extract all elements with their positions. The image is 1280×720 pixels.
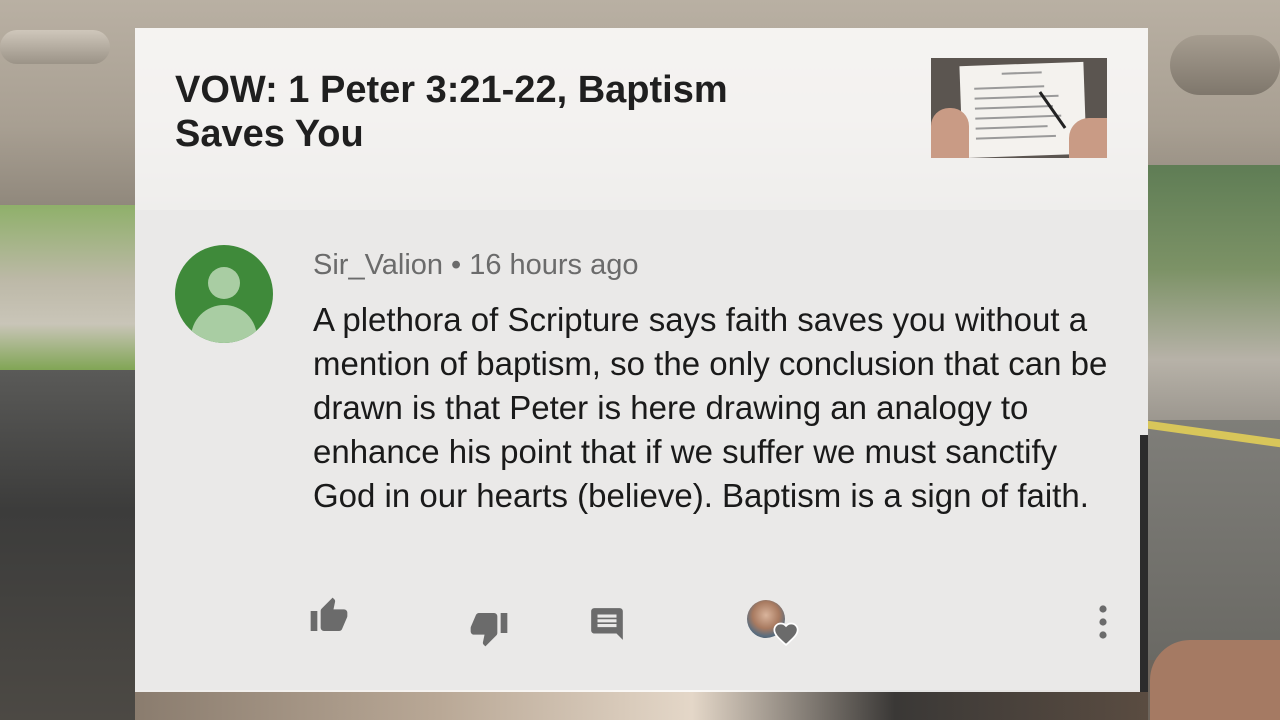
comment-text: A plethora of Scripture says faith saves… [313, 301, 1108, 514]
like-button[interactable] [307, 594, 351, 638]
reply-button[interactable] [585, 602, 629, 646]
thumbnail-hand-left [931, 108, 969, 158]
grab-handle-right [1170, 35, 1280, 95]
more-vertical-icon [1099, 605, 1107, 639]
dislike-button[interactable] [467, 606, 511, 650]
car-door-left [0, 370, 135, 720]
video-title: VOW: 1 Peter 3:21-22, Baptism Saves You [175, 69, 728, 155]
hand-bottom-right [1150, 640, 1280, 720]
person-lower-frame [135, 690, 1148, 720]
creator-heart-icon [773, 622, 799, 647]
avatar[interactable] [175, 245, 273, 343]
comment-author[interactable]: Sir_Valion [313, 249, 443, 281]
scroll-indicator [1140, 435, 1148, 692]
thumbnail-paper [959, 61, 1087, 158]
avatar-body [191, 305, 257, 343]
comment-card: VOW: 1 Peter 3:21-22, Baptism Saves You … [135, 28, 1148, 692]
comment-timestamp[interactable]: 16 hours ago [469, 249, 638, 281]
road-view [1148, 420, 1280, 660]
meta-separator: • [451, 249, 462, 281]
grab-handle-left [0, 30, 110, 64]
creator-heart[interactable] [747, 600, 801, 648]
thumbs-down-icon [470, 613, 508, 647]
car-window-left [0, 205, 135, 375]
reply-icon [591, 608, 623, 640]
video-thumbnail[interactable] [931, 58, 1107, 158]
thumbs-up-icon [310, 597, 348, 631]
more-options-button[interactable] [1085, 600, 1121, 644]
comment-meta: Sir_Valion • 16 hours ago [313, 248, 639, 282]
thumbnail-hand-right [1069, 118, 1107, 158]
car-window-right [1148, 165, 1280, 425]
avatar-head [208, 267, 240, 299]
